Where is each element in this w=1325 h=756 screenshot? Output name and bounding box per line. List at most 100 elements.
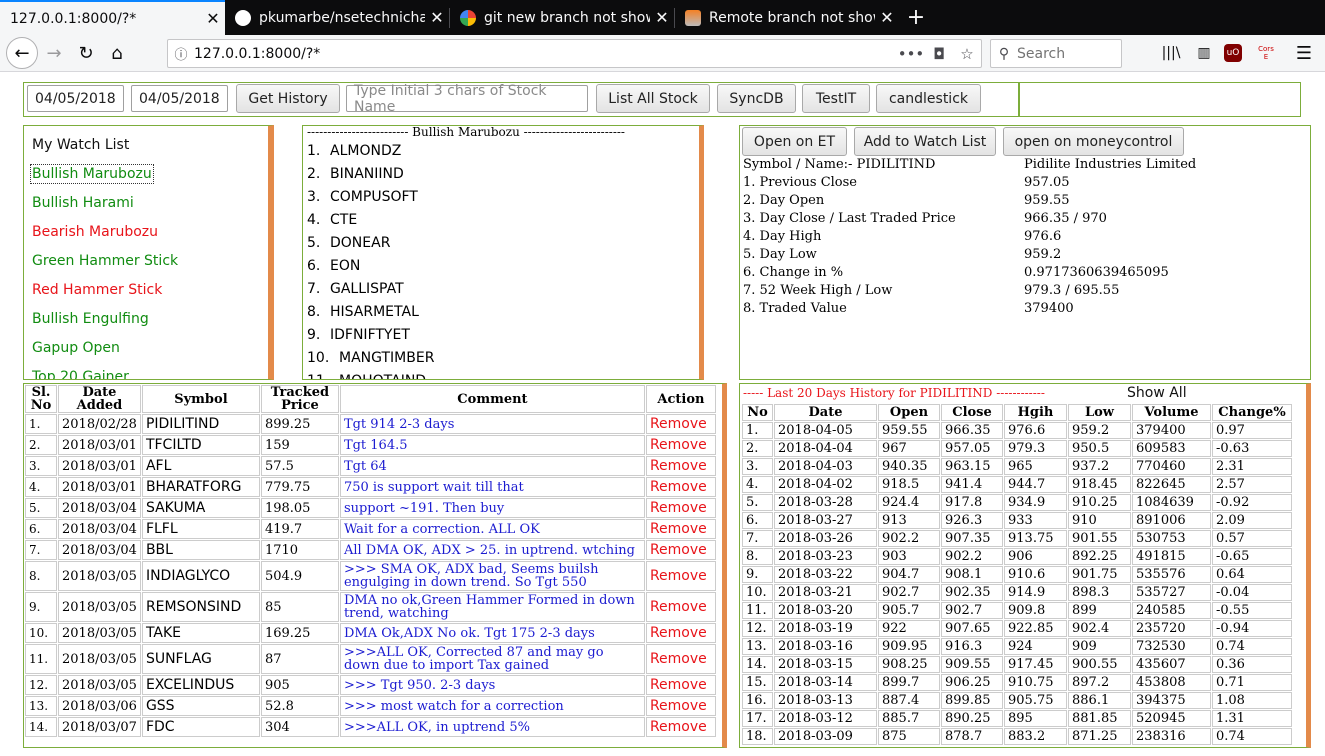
remove-button[interactable]: Remove: [645, 592, 716, 622]
symbol-cell[interactable]: BBL: [141, 540, 260, 560]
sl-no-cell: 10.: [25, 623, 57, 643]
info-icon[interactable]: ⓘ: [168, 44, 194, 63]
testit-button[interactable]: TestIT: [802, 84, 870, 113]
list-item[interactable]: 2. BINANIIND: [307, 166, 404, 182]
back-arrow-icon[interactable]: ←: [6, 37, 38, 69]
remove-button[interactable]: Remove: [645, 414, 716, 434]
remove-button[interactable]: Remove: [645, 519, 716, 539]
search-input[interactable]: ⚲ Search: [990, 39, 1122, 68]
remove-button[interactable]: Remove: [645, 623, 716, 643]
remove-button[interactable]: Remove: [645, 696, 716, 716]
list-all-stock-button[interactable]: List All Stock: [596, 84, 710, 113]
change-cell: 1.08: [1212, 692, 1292, 709]
ublock-icon[interactable]: uO: [1224, 44, 1242, 62]
remove-button[interactable]: Remove: [645, 675, 716, 695]
list-item[interactable]: 8. HISARMETAL: [307, 304, 419, 320]
watch-nav-item[interactable]: Top 20 Gainer: [32, 369, 129, 379]
symbol-cell[interactable]: SAKUMA: [141, 498, 260, 518]
url-text[interactable]: 127.0.0.1:8000/?*: [194, 46, 897, 62]
symbol-cell[interactable]: TFCILTD: [141, 435, 260, 455]
volume-cell: 891006: [1132, 512, 1211, 529]
symbol-cell[interactable]: FLFL: [141, 519, 260, 539]
syncdb-button[interactable]: SyncDB: [717, 84, 796, 113]
list-item-symbol[interactable]: ALMONDZ: [330, 143, 401, 159]
symbol-cell[interactable]: AFL: [141, 456, 260, 476]
from-date-input[interactable]: 04/05/2018: [27, 85, 124, 112]
home-icon[interactable]: ⌂: [103, 39, 131, 67]
list-item[interactable]: 9. IDFNIFTYET: [307, 327, 410, 343]
remove-button[interactable]: Remove: [645, 477, 716, 497]
list-item[interactable]: 4. CTE: [307, 212, 357, 228]
list-item[interactable]: 6. EON: [307, 258, 360, 274]
watch-nav-item[interactable]: Bullish Engulfing: [32, 311, 149, 327]
list-item-symbol[interactable]: HISARMETAL: [330, 304, 419, 320]
tab-google[interactable]: git new branch not show ✕: [450, 0, 674, 35]
list-item[interactable]: 5. DONEAR: [307, 235, 390, 251]
close-tab-icon[interactable]: ✕: [425, 8, 449, 27]
watch-nav-item[interactable]: Bearish Marubozu: [32, 224, 158, 240]
list-item-symbol[interactable]: IDFNIFTYET: [330, 327, 410, 343]
list-item[interactable]: 11.MOHOTAIND: [307, 373, 426, 379]
bookmark-star-icon[interactable]: ☆: [953, 45, 981, 63]
list-item-symbol[interactable]: EON: [330, 258, 360, 274]
tab-github[interactable]: pkumarbe/nsetechnicha ✕: [225, 0, 449, 35]
get-history-button[interactable]: Get History: [236, 84, 340, 113]
list-item[interactable]: 3. COMPUSOFT: [307, 189, 418, 205]
remove-button[interactable]: Remove: [645, 456, 716, 476]
open-on-moneycontrol-button[interactable]: open on moneycontrol: [1003, 127, 1184, 156]
remove-button[interactable]: Remove: [645, 717, 716, 737]
symbol-cell[interactable]: SUNFLAG: [141, 644, 260, 674]
watch-nav-item[interactable]: Red Hammer Stick: [32, 282, 162, 298]
remove-button[interactable]: Remove: [645, 644, 716, 674]
show-all-link[interactable]: Show All: [1127, 385, 1187, 401]
col-header: Change%: [1212, 404, 1292, 421]
cors-extension-icon[interactable]: Cors E: [1255, 42, 1277, 64]
list-item-symbol[interactable]: MOHOTAIND: [339, 373, 426, 379]
to-date-input[interactable]: 04/05/2018: [131, 85, 228, 112]
remove-button[interactable]: Remove: [645, 435, 716, 455]
open-on-et-button[interactable]: Open on ET: [742, 127, 847, 156]
list-item-symbol[interactable]: DONEAR: [330, 235, 390, 251]
list-item[interactable]: 1. ALMONDZ: [307, 143, 401, 159]
remove-button[interactable]: Remove: [645, 540, 716, 560]
list-item[interactable]: 10. MANGTIMBER: [307, 350, 434, 366]
new-tab-icon[interactable]: +: [902, 0, 930, 35]
address-bar[interactable]: ⓘ 127.0.0.1:8000/?* ••• ◘ ☆: [167, 39, 982, 68]
reload-icon[interactable]: ↻: [72, 39, 100, 67]
page-actions-icon[interactable]: •••: [897, 45, 925, 63]
volume-cell: 1084639: [1132, 494, 1211, 511]
list-item-symbol[interactable]: GALLISPAT: [330, 281, 404, 297]
watch-nav-item[interactable]: Bullish Marubozu: [30, 164, 154, 184]
symbol-cell[interactable]: FDC: [141, 717, 260, 737]
menu-icon[interactable]: ☰: [1293, 42, 1315, 64]
symbol-cell[interactable]: REMSONSIND: [141, 592, 260, 622]
symbol-cell[interactable]: EXCELINDUS: [141, 675, 260, 695]
stock-name-input[interactable]: Type Initial 3 chars of Stock Name: [346, 83, 588, 115]
watch-nav-item[interactable]: Gapup Open: [32, 340, 120, 356]
add-to-watch-list-button[interactable]: Add to Watch List: [854, 127, 996, 156]
close-tab-icon[interactable]: ✕: [875, 8, 899, 27]
forward-arrow-icon[interactable]: →: [40, 39, 68, 67]
sidebar-icon[interactable]: ▥: [1193, 42, 1215, 64]
watch-nav-item[interactable]: Bullish Harami: [32, 195, 134, 211]
close-tab-icon[interactable]: ✕: [650, 8, 674, 27]
symbol-cell[interactable]: BHARATFORG: [141, 477, 260, 497]
list-item-symbol[interactable]: COMPUSOFT: [330, 189, 418, 205]
list-item-symbol[interactable]: CTE: [330, 212, 357, 228]
watch-nav-item[interactable]: Green Hammer Stick: [32, 253, 178, 269]
pocket-icon[interactable]: ◘: [925, 45, 953, 63]
remove-button[interactable]: Remove: [645, 498, 716, 518]
close-tab-icon[interactable]: ✕: [201, 9, 225, 28]
symbol-cell[interactable]: INDIAGLYCO: [141, 561, 260, 591]
symbol-cell[interactable]: PIDILITIND: [141, 414, 260, 434]
list-item-symbol[interactable]: BINANIIND: [330, 166, 404, 182]
tab-stackoverflow[interactable]: Remote branch not show ✕: [675, 0, 899, 35]
library-icon[interactable]: |||\: [1160, 42, 1182, 64]
symbol-cell[interactable]: GSS: [141, 696, 260, 716]
remove-button[interactable]: Remove: [645, 561, 716, 591]
list-item-symbol[interactable]: MANGTIMBER: [339, 350, 434, 366]
list-item[interactable]: 7. GALLISPAT: [307, 281, 404, 297]
candlestick-button[interactable]: candlestick: [876, 84, 981, 113]
tab-localhost[interactable]: 127.0.0.1:8000/?* ✕: [0, 0, 225, 35]
symbol-cell[interactable]: TAKE: [141, 623, 260, 643]
